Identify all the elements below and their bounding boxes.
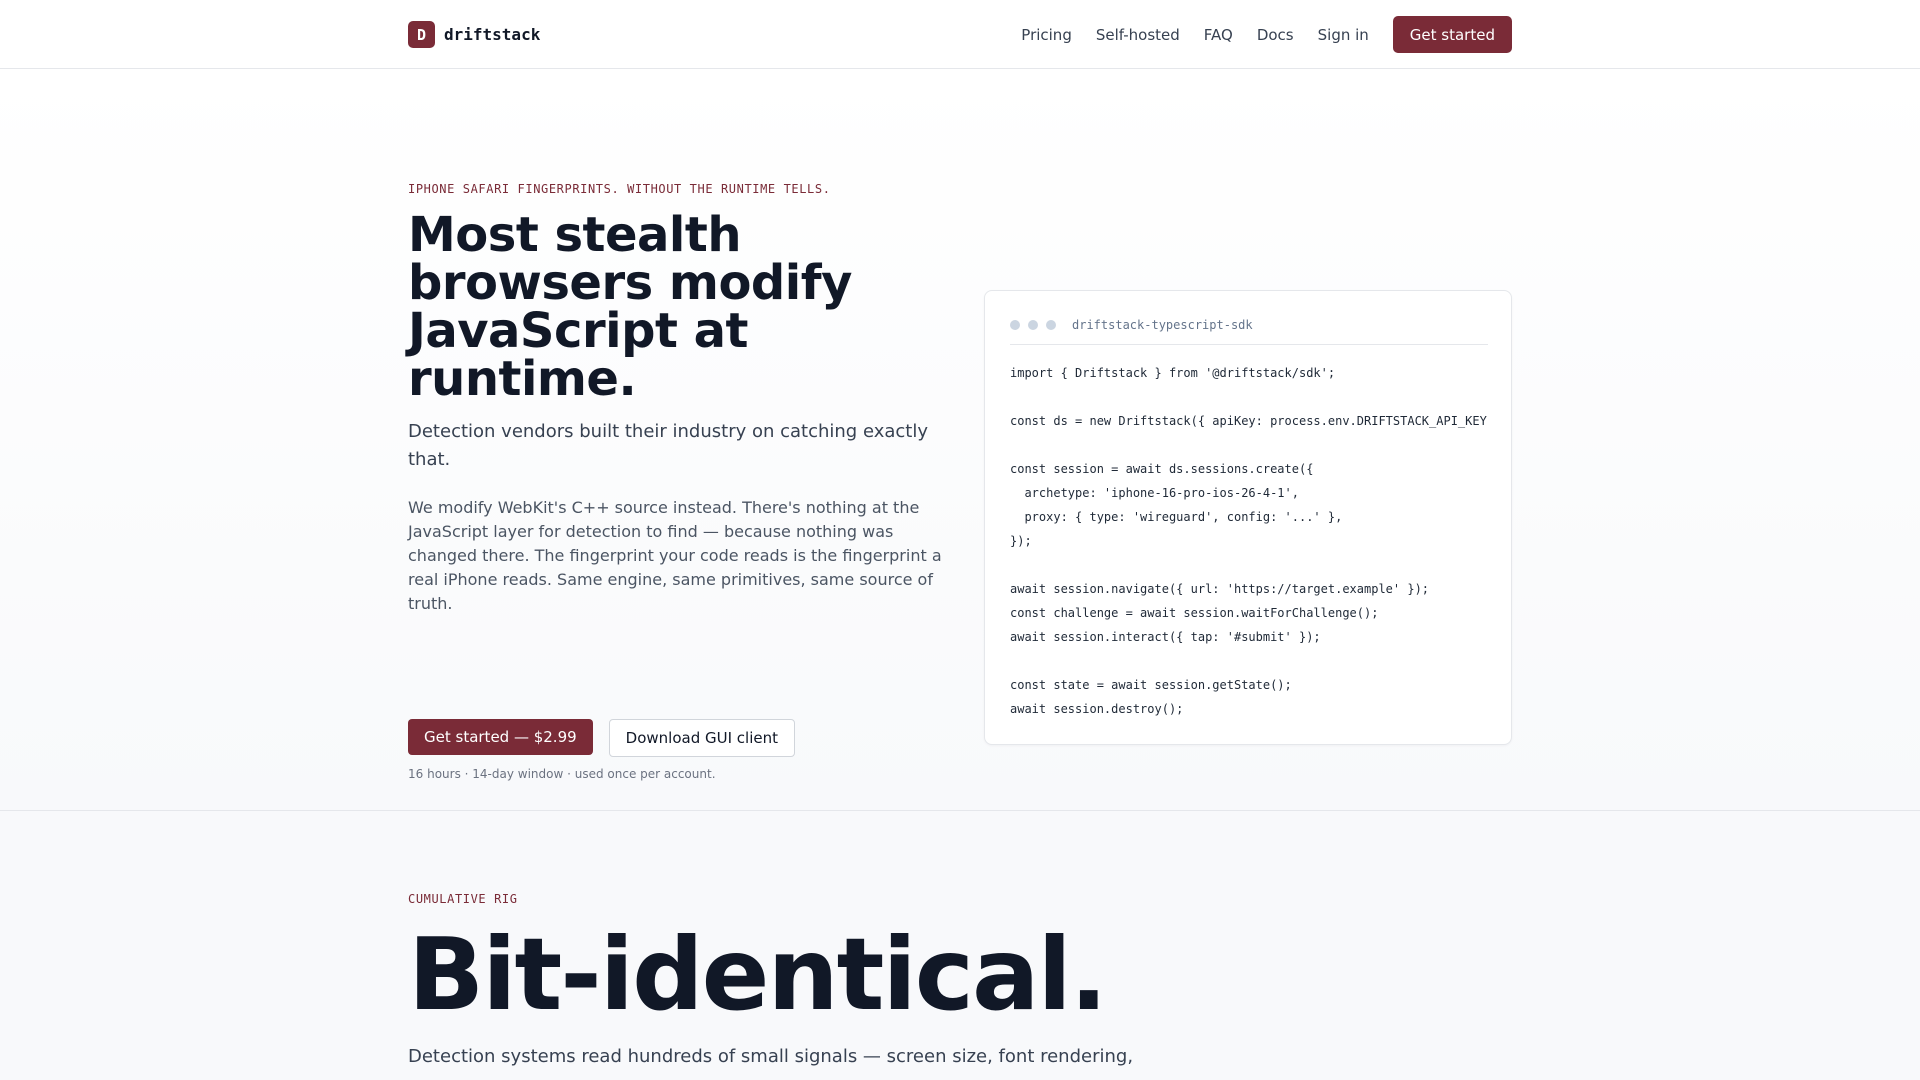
brand-logo[interactable]: D driftstack bbox=[408, 20, 540, 49]
code-sample-card: driftstack-typescript-sdk import { Drift… bbox=[984, 290, 1512, 745]
top-nav: D driftstack Pricing Self-hosted FAQ Doc… bbox=[0, 0, 1920, 69]
section-eyebrow: CUMULATIVE RIG bbox=[408, 892, 518, 906]
nav-link-pricing[interactable]: Pricing bbox=[1021, 26, 1072, 44]
nav-link-docs[interactable]: Docs bbox=[1257, 26, 1294, 44]
code-line: const session = await ds.sessions.create… bbox=[1010, 462, 1314, 476]
nav-link-self-hosted[interactable]: Self-hosted bbox=[1096, 26, 1180, 44]
code-block: import { Driftstack } from '@driftstack/… bbox=[1010, 361, 1488, 731]
bit-identical-section: CUMULATIVE RIG Bit-identical. Detection … bbox=[0, 811, 1920, 1080]
nav-link-sign-in[interactable]: Sign in bbox=[1318, 26, 1369, 44]
code-line: await session.interact({ tap: '#submit' … bbox=[1010, 630, 1321, 644]
nav-link-faq[interactable]: FAQ bbox=[1204, 26, 1233, 44]
code-filename: driftstack-typescript-sdk bbox=[1072, 317, 1253, 332]
hero-eyebrow: IPHONE SAFARI FINGERPRINTS. WITHOUT THE … bbox=[408, 182, 831, 196]
trial-note: 16 hours · 14-day window · used once per… bbox=[408, 767, 716, 781]
brand-name: driftstack bbox=[444, 25, 541, 44]
section-body: Detection systems read hundreds of small… bbox=[408, 1046, 1134, 1067]
code-line: await session.navigate({ url: 'https://t… bbox=[1010, 582, 1430, 596]
hero-body: We modify WebKit's C++ source instead. T… bbox=[408, 498, 942, 613]
brand-mark-icon: D bbox=[408, 21, 435, 48]
code-line: archetype: 'iphone-16-pro-ios-26-4-1', bbox=[1010, 486, 1299, 500]
hero-cta-group: Get started — $2.99 Download GUI client bbox=[408, 719, 795, 757]
code-line: proxy: { type: 'wireguard', config: '...… bbox=[1010, 510, 1343, 524]
section-title: Bit-identical. bbox=[408, 916, 1108, 1033]
code-line: await session.destroy(); bbox=[1010, 702, 1184, 716]
nav-links: Pricing Self-hosted FAQ Docs Sign in Get… bbox=[1021, 16, 1512, 53]
code-card-header: driftstack-typescript-sdk bbox=[1010, 305, 1488, 345]
code-line: }); bbox=[1010, 534, 1032, 548]
download-gui-client-button[interactable]: Download GUI client bbox=[608, 719, 795, 757]
code-line: const challenge = await session.waitForC… bbox=[1010, 606, 1379, 620]
get-started-pricing-button[interactable]: Get started — $2.99 bbox=[408, 719, 593, 755]
code-line: const state = await session.getState(); bbox=[1010, 678, 1292, 692]
code-line: const ds = new Driftstack({ apiKey: proc… bbox=[1010, 414, 1487, 428]
window-dot-icon bbox=[1010, 319, 1020, 330]
hero-subtitle: Detection vendors built their industry o… bbox=[408, 421, 929, 470]
get-started-button[interactable]: Get started bbox=[1392, 16, 1512, 53]
hero-title: Most stealth browsers modify JavaScript … bbox=[408, 207, 852, 407]
window-dot-icon bbox=[1046, 319, 1056, 330]
code-line: import { Driftstack } from '@driftstack/… bbox=[1010, 366, 1336, 380]
hero-section: IPHONE SAFARI FINGERPRINTS. WITHOUT THE … bbox=[0, 69, 1920, 811]
window-dot-icon bbox=[1028, 319, 1038, 330]
